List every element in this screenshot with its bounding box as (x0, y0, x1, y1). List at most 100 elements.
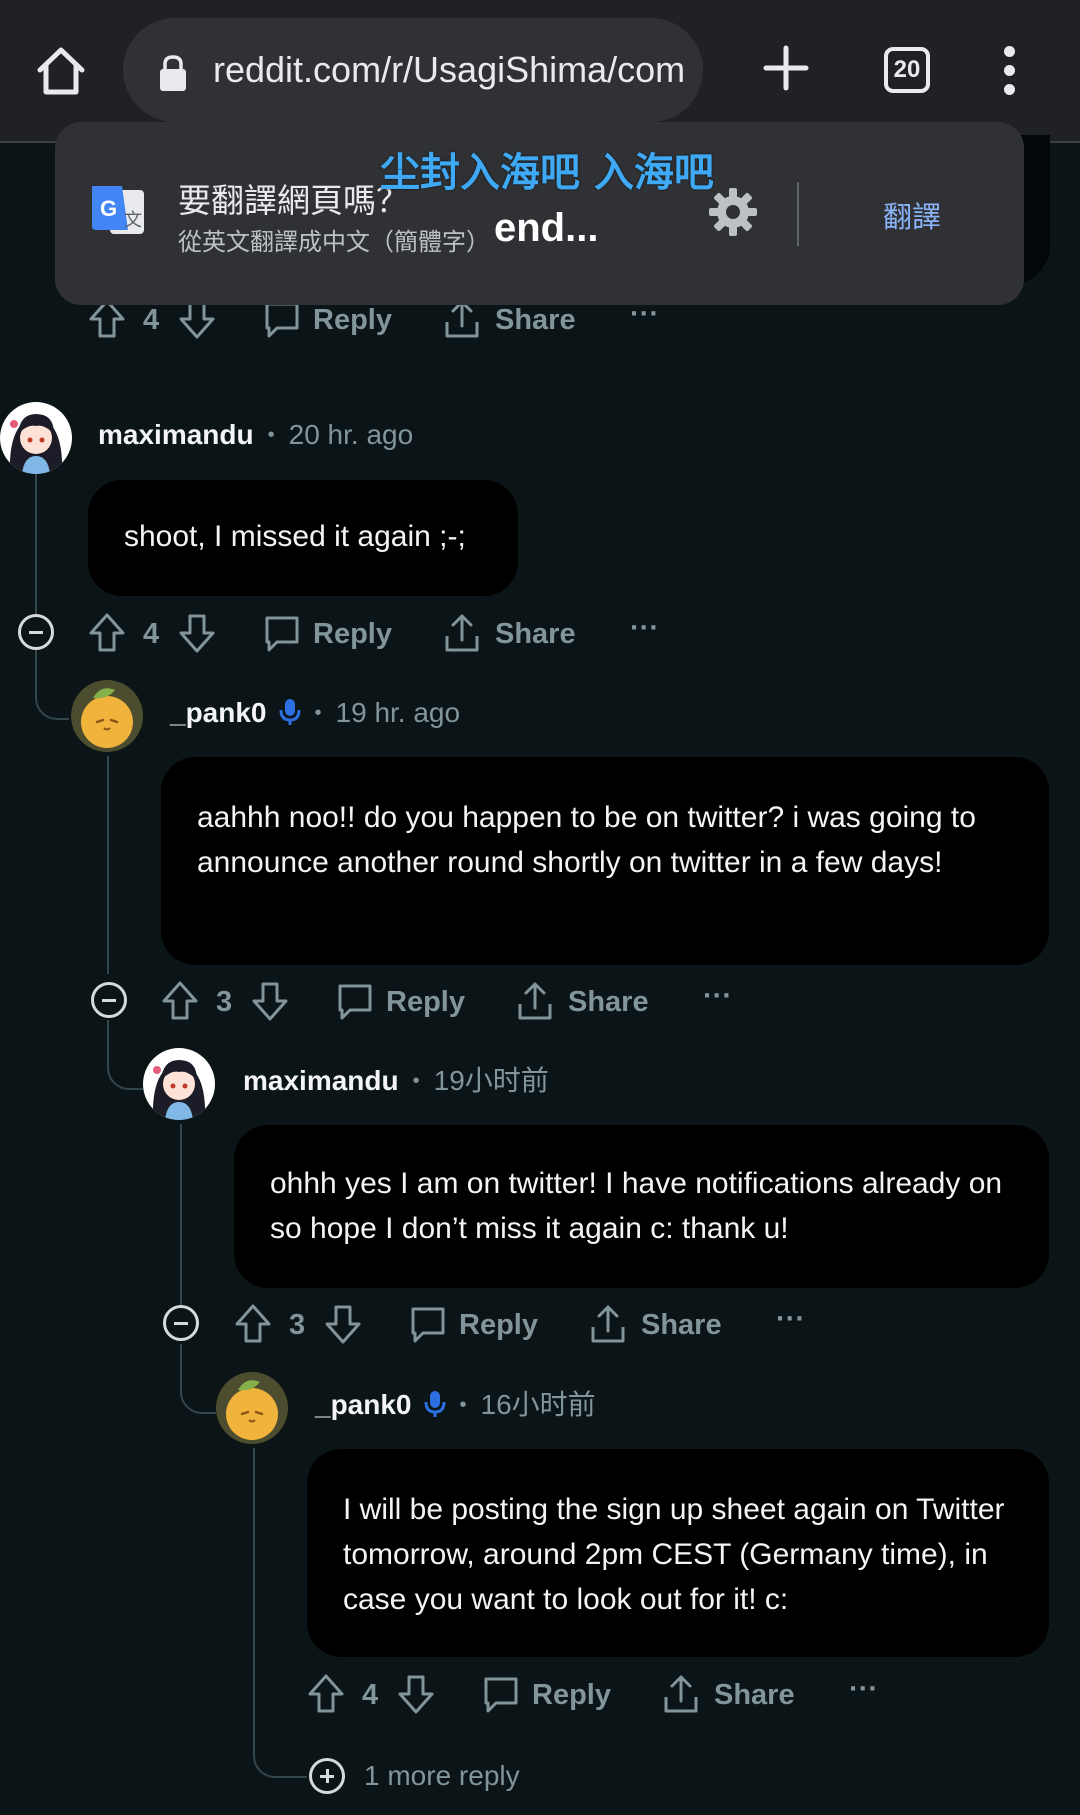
upvote-icon[interactable] (88, 612, 126, 654)
collapse-thread-button[interactable] (18, 614, 54, 650)
divider (797, 182, 799, 246)
share-button[interactable]: Share (641, 1309, 722, 1342)
vote-count: 4 (362, 1679, 379, 1711)
upvote-icon[interactable] (234, 1303, 272, 1345)
comment-text: shoot, I missed it again ;-; (124, 520, 466, 553)
vote-count: 4 (143, 618, 160, 650)
comment-meta: _pank0 • 19 hr. ago (170, 696, 460, 730)
address-bar[interactable]: reddit.com/r/UsagiShima/com (123, 18, 703, 122)
downvote-icon[interactable] (324, 1303, 362, 1345)
comment-actions: 3 Reply Share ··· (161, 980, 761, 1028)
vote-count: 4 (143, 304, 160, 336)
gear-icon[interactable] (707, 186, 759, 238)
svg-text:文: 文 (124, 210, 142, 231)
thread-line (253, 1448, 255, 1748)
separator-dot: • (412, 1070, 420, 1092)
reply-icon[interactable] (336, 980, 374, 1022)
thread-line (107, 756, 109, 974)
comment-author[interactable]: _pank0 (315, 1389, 412, 1420)
more-options-button[interactable]: ··· (776, 1303, 805, 1336)
reply-icon[interactable] (263, 612, 301, 654)
comment-body: ohhh yes I am on twitter! I have notific… (234, 1125, 1049, 1288)
comment-author[interactable]: maximandu (243, 1065, 399, 1096)
reply-icon[interactable] (482, 1673, 520, 1715)
more-options-button[interactable]: ··· (703, 980, 732, 1013)
share-button[interactable]: Share (714, 1679, 795, 1712)
share-icon[interactable] (589, 1303, 627, 1345)
comment-text: aahhh noo!! do you happen to be on twitt… (197, 801, 976, 879)
reply-button[interactable]: Reply (386, 986, 465, 1019)
overlay-caption: 尘封入海吧 入海吧 (380, 150, 714, 196)
share-icon[interactable] (443, 612, 481, 654)
collapse-thread-button[interactable] (91, 982, 127, 1018)
upvote-icon[interactable] (161, 980, 199, 1022)
comment-body: I will be posting the sign up sheet agai… (307, 1449, 1049, 1657)
reply-button[interactable]: Reply (313, 618, 392, 651)
comment-actions: 4 Reply Share ··· (88, 612, 688, 660)
thread-connector (107, 1020, 143, 1090)
reply-button[interactable]: Reply (532, 1679, 611, 1712)
expand-replies-icon[interactable] (309, 1758, 345, 1794)
reply-icon[interactable] (409, 1303, 447, 1345)
separator-dot: • (314, 702, 322, 724)
vote-count: 3 (216, 986, 233, 1018)
comment-text: I will be posting the sign up sheet agai… (343, 1493, 1005, 1616)
comment-meta: maximandu • 20 hr. ago (98, 418, 413, 452)
svg-text:G: G (100, 196, 117, 221)
share-button[interactable]: Share (495, 618, 576, 651)
downvote-icon[interactable] (178, 612, 216, 654)
vote-count: 3 (289, 1309, 306, 1341)
thread-connector (180, 1344, 216, 1414)
avatar[interactable] (143, 1048, 215, 1120)
plus-icon[interactable] (760, 42, 812, 94)
downvote-icon[interactable] (397, 1673, 435, 1715)
reply-button[interactable]: Reply (459, 1309, 538, 1342)
comment-time: 20 hr. ago (288, 419, 414, 450)
share-button[interactable]: Share (568, 986, 649, 1019)
thread-connector (35, 642, 69, 720)
separator-dot: • (459, 1394, 467, 1416)
comment-text: ohhh yes I am on twitter! I have notific… (270, 1167, 1003, 1245)
comment-meta: _pank0 • 16小时前 (315, 1388, 596, 1422)
thread-line (180, 1124, 182, 1322)
more-replies-link[interactable]: 1 more reply (364, 1760, 520, 1792)
translate-title: 要翻譯網頁嗎？ (178, 181, 409, 220)
more-vert-icon[interactable] (996, 46, 1022, 96)
comment-time: 16小时前 (480, 1389, 596, 1420)
comment-meta: maximandu • 19小时前 (243, 1064, 549, 1098)
avatar[interactable] (71, 680, 143, 752)
reply-button[interactable]: Reply (313, 304, 392, 337)
mic-icon (279, 697, 301, 727)
comment-body: shoot, I missed it again ;-; (88, 480, 518, 596)
share-icon[interactable] (516, 980, 554, 1022)
comment-time: 19小时前 (433, 1065, 549, 1096)
downvote-icon[interactable] (251, 980, 289, 1022)
share-icon[interactable] (662, 1673, 700, 1715)
comment-author[interactable]: _pank0 (170, 697, 267, 728)
home-icon[interactable] (34, 44, 88, 98)
separator-dot: • (267, 424, 275, 446)
comment-body: aahhh noo!! do you happen to be on twitt… (161, 757, 1049, 965)
google-translate-icon: G 文 (92, 186, 144, 234)
share-button[interactable]: Share (495, 304, 576, 337)
url-text: reddit.com/r/UsagiShima/com (213, 49, 686, 90)
comment-actions: 4 Reply Share ··· (88, 298, 688, 346)
translate-subtitle: 從英文翻譯成中文（簡體字） (178, 228, 490, 256)
overlay-truncated-text: end... (494, 206, 599, 250)
mic-icon (424, 1389, 446, 1419)
tab-switcher-button[interactable]: 20 (884, 47, 930, 93)
thread-line (35, 470, 37, 620)
collapse-thread-button[interactable] (163, 1305, 199, 1341)
avatar[interactable] (216, 1372, 288, 1444)
thread-connector (253, 1740, 307, 1778)
comment-actions: 4 Reply Share ··· (307, 1673, 907, 1721)
translate-button[interactable]: 翻譯 (883, 194, 941, 236)
comment-time: 19 hr. ago (335, 697, 461, 728)
upvote-icon[interactable] (307, 1673, 345, 1715)
comment-author[interactable]: maximandu (98, 419, 254, 450)
lock-icon (160, 55, 186, 91)
more-options-button[interactable]: ··· (630, 612, 659, 645)
comment-actions: 3 Reply Share ··· (234, 1303, 834, 1351)
avatar[interactable] (0, 402, 72, 474)
more-options-button[interactable]: ··· (849, 1673, 878, 1706)
